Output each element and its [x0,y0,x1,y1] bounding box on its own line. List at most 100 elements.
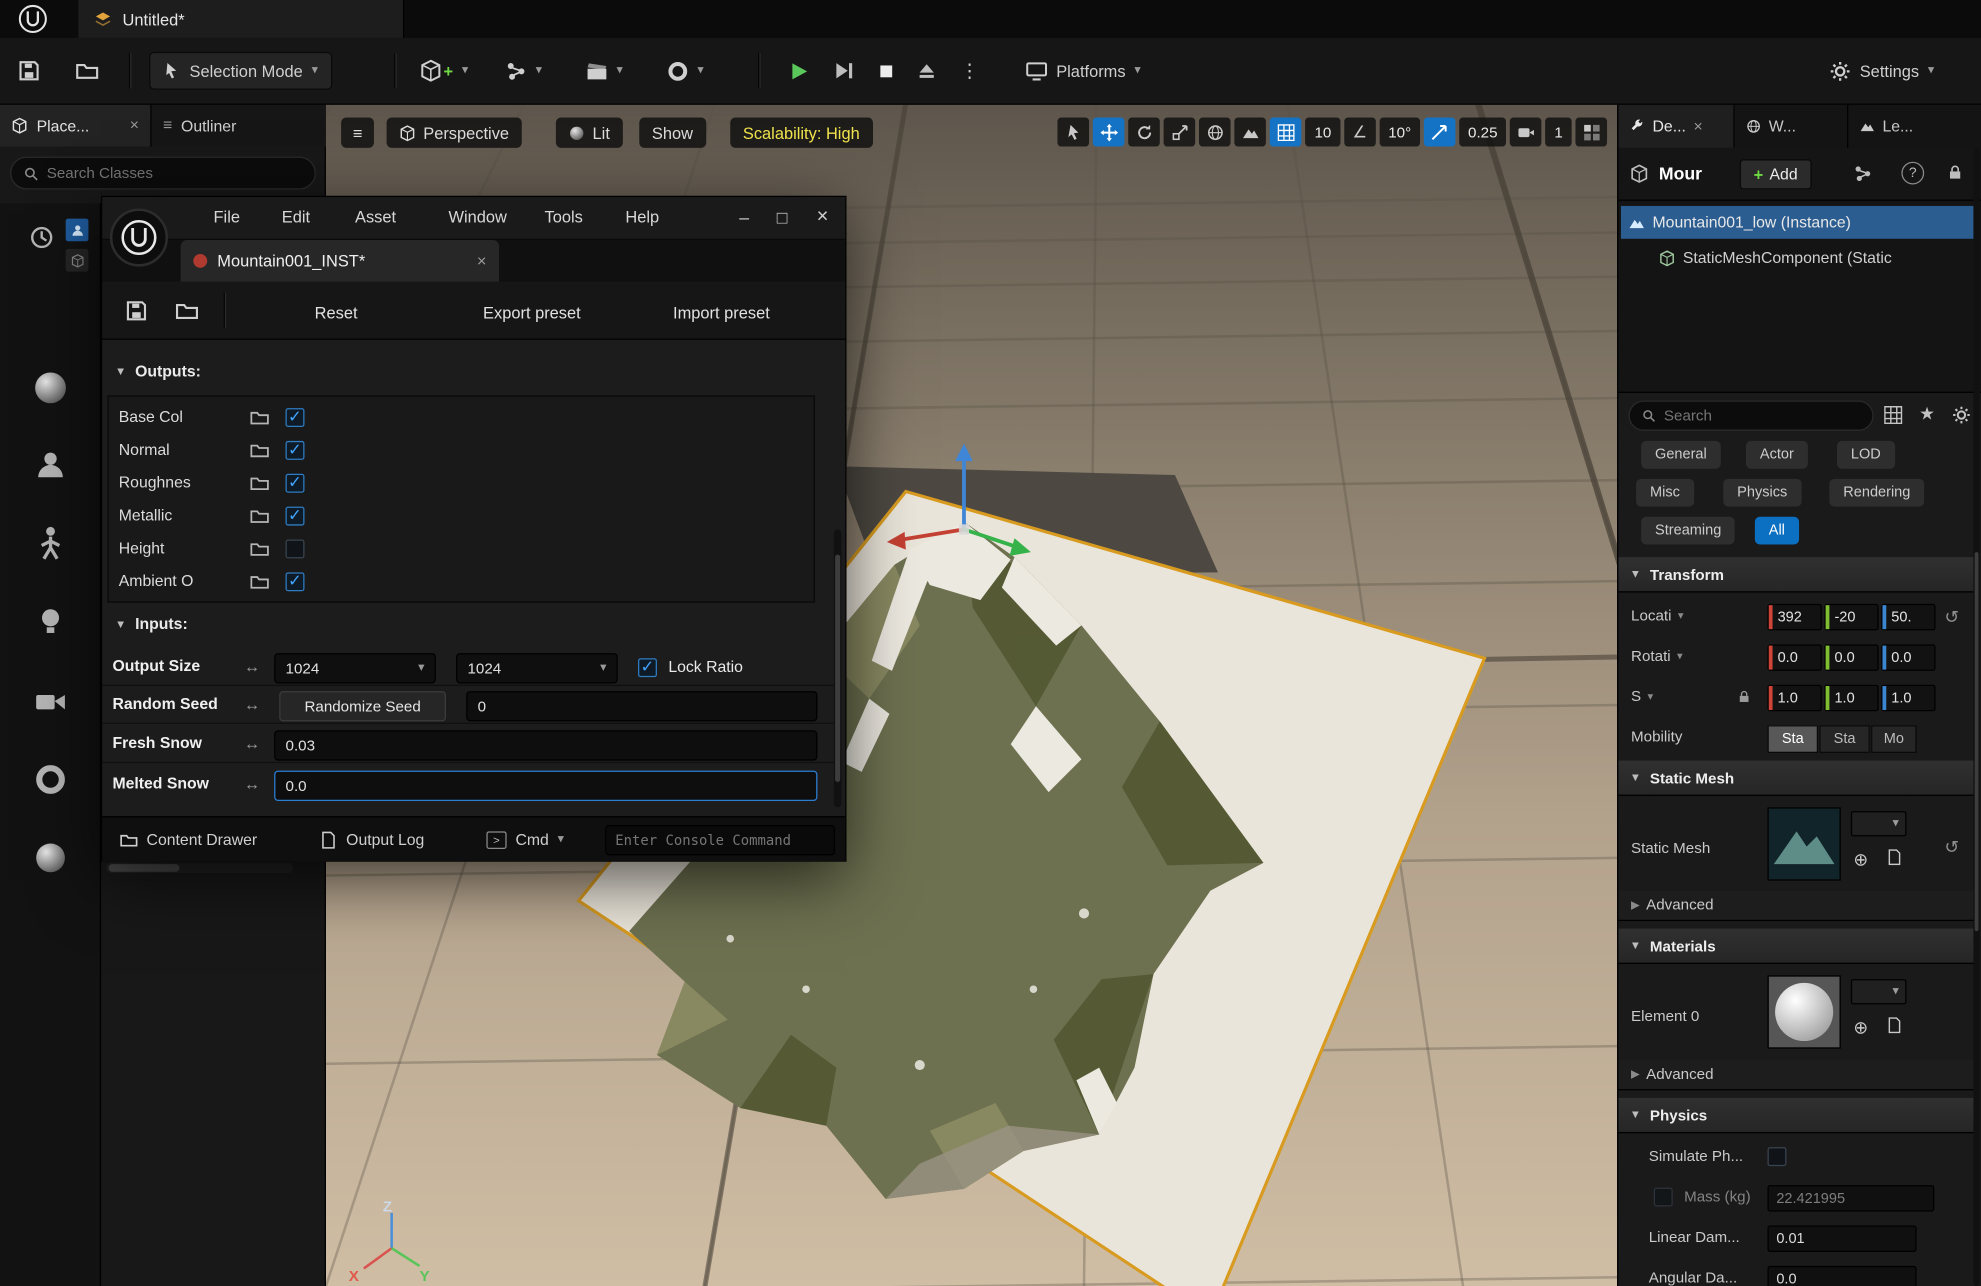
add-actor-dropdown[interactable]: +▾ [419,52,468,90]
browse-to-asset-icon[interactable]: ⊕ [1853,849,1868,870]
settings-dropdown[interactable]: Settings ▾ [1829,52,1934,90]
lock-ratio-checkbox[interactable] [638,658,657,677]
close-button[interactable]: × [805,202,840,232]
reset-static-mesh-icon[interactable]: ↺ [1944,836,1959,857]
rotation-z-field[interactable]: 0.0 [1881,644,1935,671]
folder-icon[interactable] [250,408,269,427]
output-checkbox[interactable] [286,408,305,427]
mass-field[interactable]: 22.421995 [1767,1185,1934,1212]
viewport-options-menu[interactable]: ≡ [341,117,374,147]
simulate-physics-checkbox[interactable] [1767,1147,1786,1166]
browse-icon[interactable] [176,299,199,322]
scale-tool[interactable] [1164,117,1196,146]
use-selected-material-icon[interactable] [1886,1017,1902,1033]
fresh-snow-field[interactable] [274,730,817,760]
randomize-seed-button[interactable]: Randomize Seed [279,691,446,721]
rotation-label[interactable]: Rotati▾ [1631,647,1683,665]
mannequin-icon[interactable] [28,521,73,566]
section-materials[interactable]: ▼ Materials [1618,929,1974,964]
location-y-field[interactable]: -20 [1824,604,1878,631]
outputs-header[interactable]: ▼ Outputs: [115,363,201,381]
menu-help[interactable]: Help [625,207,659,226]
menu-file[interactable]: File [214,207,240,226]
menu-edit[interactable]: Edit [282,207,310,226]
scale-z-field[interactable]: 1.0 [1881,685,1935,712]
frame-skip-button[interactable] [834,52,854,90]
close-icon[interactable]: × [477,253,487,269]
mass-override-checkbox[interactable] [1654,1188,1673,1207]
folder-icon[interactable] [250,572,269,591]
play-options-kebab[interactable]: ⋮ [960,52,979,90]
details-search-box[interactable] [1629,400,1874,430]
grid-snap-value[interactable]: 10 [1306,117,1341,146]
minimize-button[interactable]: – [726,202,761,232]
output-log-button[interactable]: Output Log [320,826,425,854]
folder-icon[interactable] [250,507,269,526]
environment-dropdown[interactable]: ▾ [667,52,704,90]
revert-swap-icon[interactable]: ↔ [244,696,260,712]
mobility-static[interactable]: Sta [1767,725,1818,753]
recently-placed-icon[interactable] [25,221,58,254]
tree-row-root[interactable]: Mountain001_low (Instance) [1621,206,1977,239]
location-label[interactable]: Locati▾ [1631,606,1684,624]
search-classes-input[interactable] [47,164,303,182]
fresh-snow-input[interactable] [286,737,807,755]
close-icon[interactable]: × [130,118,139,134]
add-component-button[interactable]: + Add [1740,159,1812,189]
scale-lock-icon[interactable] [1737,690,1751,704]
panel-hscrollbar[interactable] [106,863,293,873]
menu-asset[interactable]: Asset [355,207,396,226]
unreal-logo-icon[interactable] [18,4,48,34]
eject-button[interactable] [917,52,936,90]
preset-scrollbar[interactable] [834,529,842,807]
lock-icon[interactable] [1947,164,1963,180]
world-local-toggle[interactable] [1200,117,1232,146]
melted-snow-field[interactable] [274,771,817,801]
stop-button[interactable] [877,52,896,90]
filter-misc[interactable]: Misc [1636,479,1694,507]
inputs-header[interactable]: ▼ Inputs: [115,615,188,633]
tab-place-actors[interactable]: Place... × [0,105,152,147]
save-button[interactable] [18,52,41,90]
details-search-input[interactable] [1664,407,1861,425]
blueprints-dropdown[interactable]: ▾ [505,52,542,90]
filter-rendering[interactable]: Rendering [1829,479,1924,507]
import-preset-button[interactable]: Import preset [646,297,798,327]
tab-levels[interactable]: Le... [1848,105,1981,148]
advanced-row-2[interactable]: ▶Advanced [1618,1060,1974,1090]
tab-outliner[interactable]: ≡ Outliner [152,105,326,147]
play-button[interactable] [788,52,809,90]
menu-tools[interactable]: Tools [545,207,583,226]
filter-general[interactable]: General [1641,441,1720,469]
scale-x-field[interactable]: 1.0 [1767,685,1821,712]
material-thumbnail[interactable] [1767,975,1840,1048]
filter-actor[interactable]: Actor [1746,441,1808,469]
filter-physics[interactable]: Physics [1723,479,1801,507]
details-settings-gear-icon[interactable] [1952,406,1971,425]
section-transform[interactable]: ▼ Transform [1618,557,1974,592]
reset-location-icon[interactable]: ↺ [1944,606,1959,627]
rotate-tool[interactable] [1129,117,1161,146]
display-grid-icon[interactable] [1884,406,1903,425]
tab-world-settings[interactable]: W... [1735,105,1849,148]
basic-shapes-icon[interactable] [28,365,73,410]
scrollbar-thumb[interactable] [109,864,180,872]
mobility-stationary[interactable]: Sta [1819,725,1870,753]
rotation-x-field[interactable]: 0.0 [1767,644,1821,671]
cinematics-dropdown[interactable]: ▾ [586,52,623,90]
camera-speed-value[interactable]: 1 [1546,117,1572,146]
location-z-field[interactable]: 50. [1881,604,1935,631]
surface-snap-toggle[interactable] [1235,117,1267,146]
selection-mode-dropdown[interactable]: Selection Mode ▾ [149,52,332,90]
rotation-y-field[interactable]: 0.0 [1824,644,1878,671]
scale-snap-value[interactable]: 0.25 [1459,117,1506,146]
search-classes-box[interactable] [10,157,316,190]
material-instance-window[interactable]: File Edit Asset Window Tools Help – □ × … [101,196,846,862]
revert-swap-icon[interactable]: ↔ [244,776,260,792]
rotation-snap-toggle[interactable]: ∠ [1344,117,1376,146]
location-x-field[interactable]: 392 [1767,604,1821,631]
menu-window[interactable]: Window [449,207,507,226]
scale-snap-toggle[interactable] [1424,117,1456,146]
move-tool[interactable] [1093,117,1125,146]
shapes-torus-icon[interactable] [28,757,73,802]
